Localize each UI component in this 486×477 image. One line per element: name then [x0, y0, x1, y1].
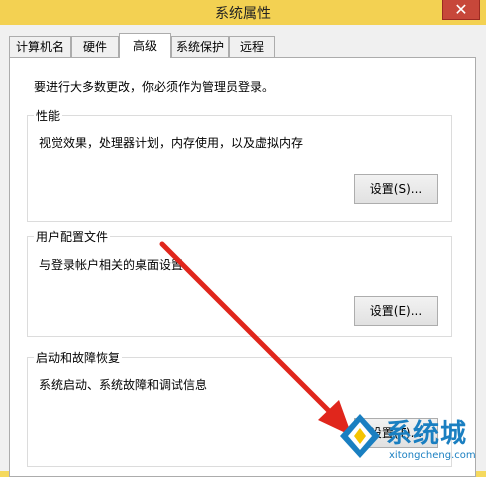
tab-advanced[interactable]: 高级: [119, 33, 171, 58]
performance-title: 性能: [34, 107, 63, 124]
user-profiles-group: 用户配置文件 与登录帐户相关的桌面设置 设置(E)...: [27, 228, 452, 337]
admin-notice: 要进行大多数更改，你必须作为管理员登录。: [34, 80, 275, 94]
tab-computer-name[interactable]: 计算机名: [9, 36, 71, 57]
performance-group: 性能 视觉效果，处理器计划，内存使用，以及虚拟内存 设置(S)...: [27, 107, 452, 222]
tab-system-protection[interactable]: 系统保护: [171, 36, 229, 57]
performance-settings-button[interactable]: 设置(S)...: [354, 174, 438, 204]
user-profiles-description: 与登录帐户相关的桌面设置: [39, 258, 184, 272]
window-title: 系统属性: [215, 6, 271, 22]
watermark-text: 系统城: [386, 419, 468, 449]
watermark-url: xitongcheng.com: [389, 450, 476, 461]
close-button[interactable]: ✕: [442, 0, 480, 20]
watermark: 系统城 xitongcheng.com: [334, 404, 486, 471]
tab-remote[interactable]: 远程: [229, 36, 275, 57]
user-profiles-title: 用户配置文件: [34, 228, 111, 245]
startup-recovery-description: 系统启动、系统故障和调试信息: [39, 378, 208, 392]
tab-hardware[interactable]: 硬件: [71, 36, 119, 57]
watermark-logo-icon: [340, 414, 380, 458]
title-bar: 系统属性 ✕: [0, 0, 486, 25]
performance-description: 视觉效果，处理器计划，内存使用，以及虚拟内存: [39, 136, 304, 150]
startup-recovery-title: 启动和故障恢复: [34, 349, 123, 366]
user-profiles-settings-button[interactable]: 设置(E)...: [354, 296, 438, 326]
